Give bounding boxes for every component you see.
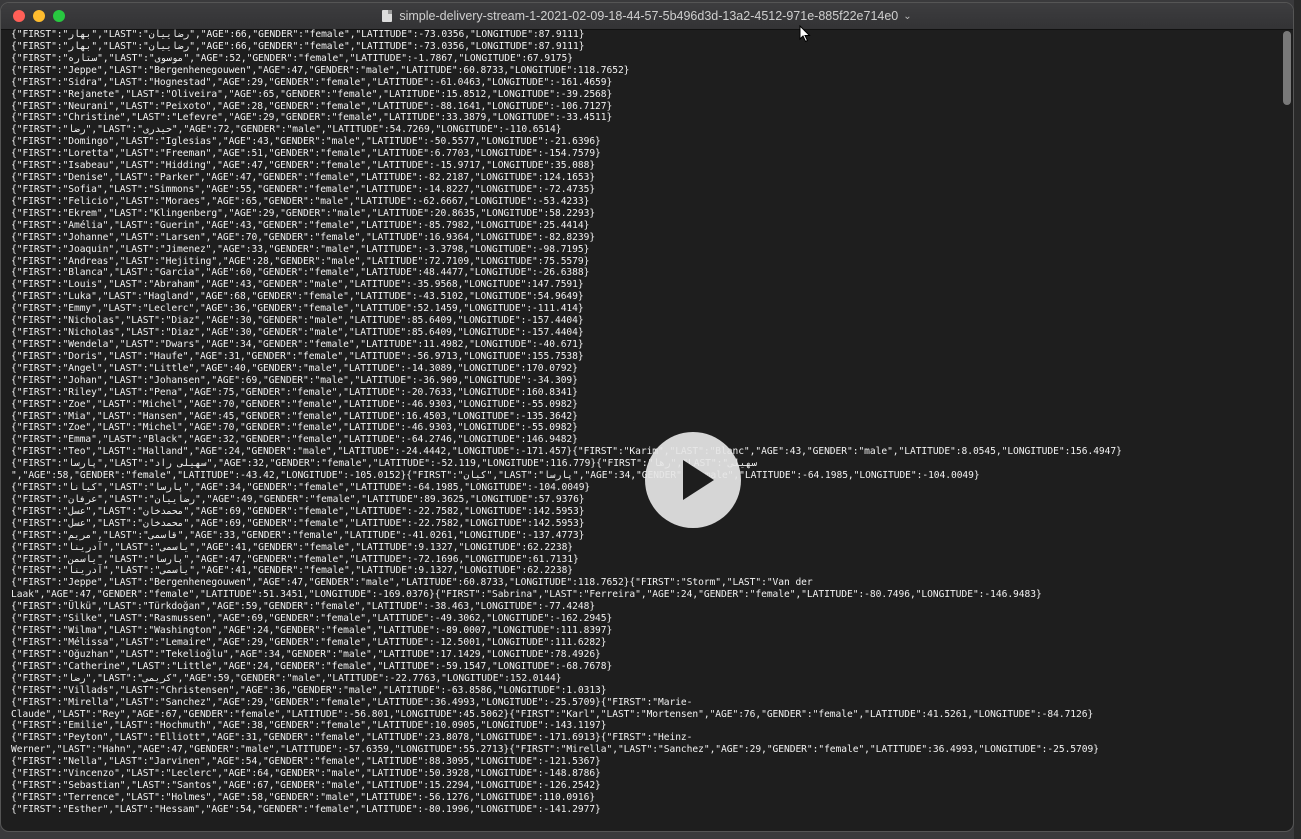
- text-line[interactable]: {"FIRST":"عرفان","LAST":"رضاییان","AGE":…: [11, 494, 585, 505]
- text-line[interactable]: {"FIRST":"Blanca","LAST":"Garcia","AGE":…: [11, 267, 589, 278]
- text-line[interactable]: {"FIRST":"Isabeau","LAST":"Hidding","AGE…: [11, 160, 595, 171]
- text-line[interactable]: {"FIRST":"Nella","LAST":"Jarvinen","AGE"…: [11, 756, 601, 767]
- text-line[interactable]: {"FIRST":"Wendela","LAST":"Dwars","AGE":…: [11, 339, 584, 350]
- mouse-pointer-icon: [799, 25, 811, 43]
- text-line[interactable]: {"FIRST":"Sebastian","LAST":"Santos","AG…: [11, 780, 601, 791]
- text-line[interactable]: {"FIRST":"Teo","LAST":"Halland","AGE":24…: [11, 446, 1122, 457]
- text-line[interactable]: {"FIRST":"Andreas","LAST":"Hejiting","AG…: [11, 256, 589, 267]
- text-line[interactable]: {"FIRST":"بهار","LAST":"رضاییان","AGE":6…: [11, 29, 585, 40]
- window-title-area[interactable]: simple-delivery-stream-1-2021-02-09-18-4…: [1, 3, 1293, 29]
- text-line[interactable]: Werner","LAST":"Hahn","AGE":47,"GENDER":…: [11, 744, 1099, 755]
- text-line[interactable]: {"FIRST":"بهار","LAST":"رضاییان","AGE":6…: [11, 41, 585, 52]
- text-line[interactable]: {"FIRST":"Zoe","LAST":"Michel","AGE":70,…: [11, 399, 578, 410]
- text-line[interactable]: {"FIRST":"Denise","LAST":"Parker","AGE":…: [11, 172, 595, 183]
- document-text-area[interactable]: {"FIRST":"بهار","LAST":"رضاییان","AGE":6…: [1, 29, 1279, 831]
- document-icon: [382, 10, 393, 22]
- play-icon[interactable]: [644, 428, 742, 532]
- text-line[interactable]: {"FIRST":"Silke","LAST":"Rasmussen","AGE…: [11, 613, 612, 624]
- window-title: simple-delivery-stream-1-2021-02-09-18-4…: [399, 9, 899, 23]
- text-line[interactable]: {"FIRST":"Joaquin","LAST":"Jimenez","AGE…: [11, 244, 589, 255]
- text-line[interactable]: {"FIRST":"Nicholas","LAST":"Diaz","AGE":…: [11, 327, 584, 338]
- scrollbar-thumb[interactable]: [1283, 31, 1291, 105]
- text-line[interactable]: {"FIRST":"Johanne","LAST":"Larsen","AGE"…: [11, 232, 595, 243]
- text-line[interactable]: {"FIRST":"آدرینا","LAST":"یاسمی","AGE":4…: [11, 565, 573, 576]
- text-line[interactable]: {"FIRST":"Luka","LAST":"Hagland","AGE":6…: [11, 291, 584, 302]
- text-line[interactable]: {"FIRST":"Zoe","LAST":"Michel","AGE":70,…: [11, 422, 578, 433]
- text-line[interactable]: {"FIRST":"Neurani","LAST":"Peixoto","AGE…: [11, 101, 612, 112]
- text-line[interactable]: {"FIRST":"Villads","LAST":"Christensen",…: [11, 685, 607, 696]
- text-line[interactable]: {"FIRST":"Emma","LAST":"Black","AGE":32,…: [11, 434, 578, 445]
- text-line[interactable]: {"FIRST":"Jeppe","LAST":"Bergenhenegouwe…: [11, 577, 813, 588]
- text-line[interactable]: {"FIRST":"Jeppe","LAST":"Bergenhenegouwe…: [11, 65, 629, 76]
- text-line[interactable]: {"FIRST":"Amélia","LAST":"Guerin","AGE":…: [11, 220, 589, 231]
- text-line[interactable]: Laak","AGE":47,"GENDER":"female","LATITU…: [11, 589, 1042, 600]
- text-line[interactable]: {"FIRST":"مریم","LAST":"قاسمی","AGE":33,…: [11, 530, 584, 541]
- text-line[interactable]: {"FIRST":"Ekrem","LAST":"Klingenberg","A…: [11, 208, 595, 219]
- text-line[interactable]: {"FIRST":"ستاره","LAST":"موسوی","AGE":52…: [11, 53, 573, 64]
- text-line[interactable]: {"FIRST":"یاسمن","LAST":"پارسا","AGE":47…: [11, 554, 579, 565]
- text-line[interactable]: {"FIRST":"Vincenzo","LAST":"Leclerc","AG…: [11, 768, 601, 779]
- text-line[interactable]: {"FIRST":"Nicholas","LAST":"Diaz","AGE":…: [11, 315, 584, 326]
- text-line[interactable]: {"FIRST":"Christine","LAST":"Lefevre","A…: [11, 112, 612, 123]
- text-line[interactable]: {"FIRST":"Terrence","LAST":"Holmes","AGE…: [11, 792, 595, 803]
- text-line[interactable]: Claude","LAST":"Rey","AGE":67,"GENDER":"…: [11, 709, 1093, 720]
- text-line[interactable]: {"FIRST":"Rejanete","LAST":"Oliveira","A…: [11, 89, 612, 100]
- text-line[interactable]: {"FIRST":"Sofia","LAST":"Simmons","AGE":…: [11, 184, 595, 195]
- text-line[interactable]: {"FIRST":"Emmy","LAST":"Leclerc","AGE":3…: [11, 303, 584, 314]
- text-line[interactable]: {"FIRST":"عسل","LAST":"محمدخان","AGE":69…: [11, 506, 584, 517]
- background-window-edge: [1294, 0, 1301, 839]
- text-line[interactable]: {"FIRST":"Mirella","LAST":"Sanchez","AGE…: [11, 697, 692, 708]
- text-line[interactable]: {"FIRST":"Catherine","LAST":"Little","AG…: [11, 661, 612, 672]
- text-line[interactable]: {"FIRST":"Loretta","LAST":"Freeman","AGE…: [11, 148, 601, 159]
- text-line[interactable]: {"FIRST":"Angel","LAST":"Little","AGE":4…: [11, 363, 578, 374]
- text-line[interactable]: {"FIRST":"Esther","LAST":"Hessam","AGE":…: [11, 804, 601, 815]
- text-line[interactable]: {"FIRST":"Johan","LAST":"Johansen","AGE"…: [11, 375, 578, 386]
- text-line[interactable]: {"FIRST":"Peyton","LAST":"Elliott","AGE"…: [11, 732, 692, 743]
- text-line[interactable]: {"FIRST":"Domingo","LAST":"Iglesias","AG…: [11, 136, 601, 147]
- text-line[interactable]: {"FIRST":"Wilma","LAST":"Washington","AG…: [11, 625, 612, 636]
- text-line[interactable]: {"FIRST":"Mia","LAST":"Hansen","AGE":45,…: [11, 411, 578, 422]
- text-line[interactable]: {"FIRST":"Sidra","LAST":"Hognestad","AGE…: [11, 77, 612, 88]
- text-line[interactable]: {"FIRST":"عسل","LAST":"محمدخان","AGE":69…: [11, 518, 584, 529]
- text-editor-window: simple-delivery-stream-1-2021-02-09-18-4…: [0, 2, 1294, 832]
- text-line[interactable]: {"FIRST":"Mélissa","LAST":"Lemaire","AGE…: [11, 637, 607, 648]
- text-line[interactable]: {"FIRST":"آدرینا","LAST":"یاسمی","AGE":4…: [11, 542, 573, 553]
- text-line[interactable]: {"FIRST":"Oğuzhan","LAST":"Tekelioğlu","…: [11, 649, 601, 660]
- text-line[interactable]: {"FIRST":"Emilie","LAST":"Hochmuth","AGE…: [11, 720, 607, 731]
- chevron-down-icon[interactable]: ⌄: [903, 11, 911, 22]
- text-line[interactable]: {"FIRST":"Louis","LAST":"Abraham","AGE":…: [11, 279, 584, 290]
- text-line[interactable]: {"FIRST":"Riley","LAST":"Pena","AGE":75,…: [11, 387, 578, 398]
- text-line[interactable]: {"FIRST":"رضا","LAST":"کریمی","AGE":59,"…: [11, 673, 561, 684]
- document-text[interactable]: {"FIRST":"بهار","LAST":"رضاییان","AGE":6…: [11, 29, 1279, 816]
- title-bar[interactable]: simple-delivery-stream-1-2021-02-09-18-4…: [1, 3, 1293, 30]
- vertical-scrollbar[interactable]: [1283, 31, 1291, 825]
- text-line[interactable]: {"FIRST":"کیانا","LAST":"پارسا","AGE":34…: [11, 482, 590, 493]
- text-line[interactable]: {"FIRST":"Doris","LAST":"Haufe","AGE":31…: [11, 351, 584, 362]
- text-line[interactable]: ","AGE":58,"GENDER":"female","LATITUDE":…: [11, 470, 980, 481]
- text-line[interactable]: {"FIRST":"رضا","LAST":"حیدری","AGE":72,"…: [11, 124, 561, 135]
- text-line[interactable]: {"FIRST":"Ülkü","LAST":"Türkdoğan","AGE"…: [11, 601, 595, 612]
- text-line[interactable]: {"FIRST":"Felicio","LAST":"Moraes","AGE"…: [11, 196, 589, 207]
